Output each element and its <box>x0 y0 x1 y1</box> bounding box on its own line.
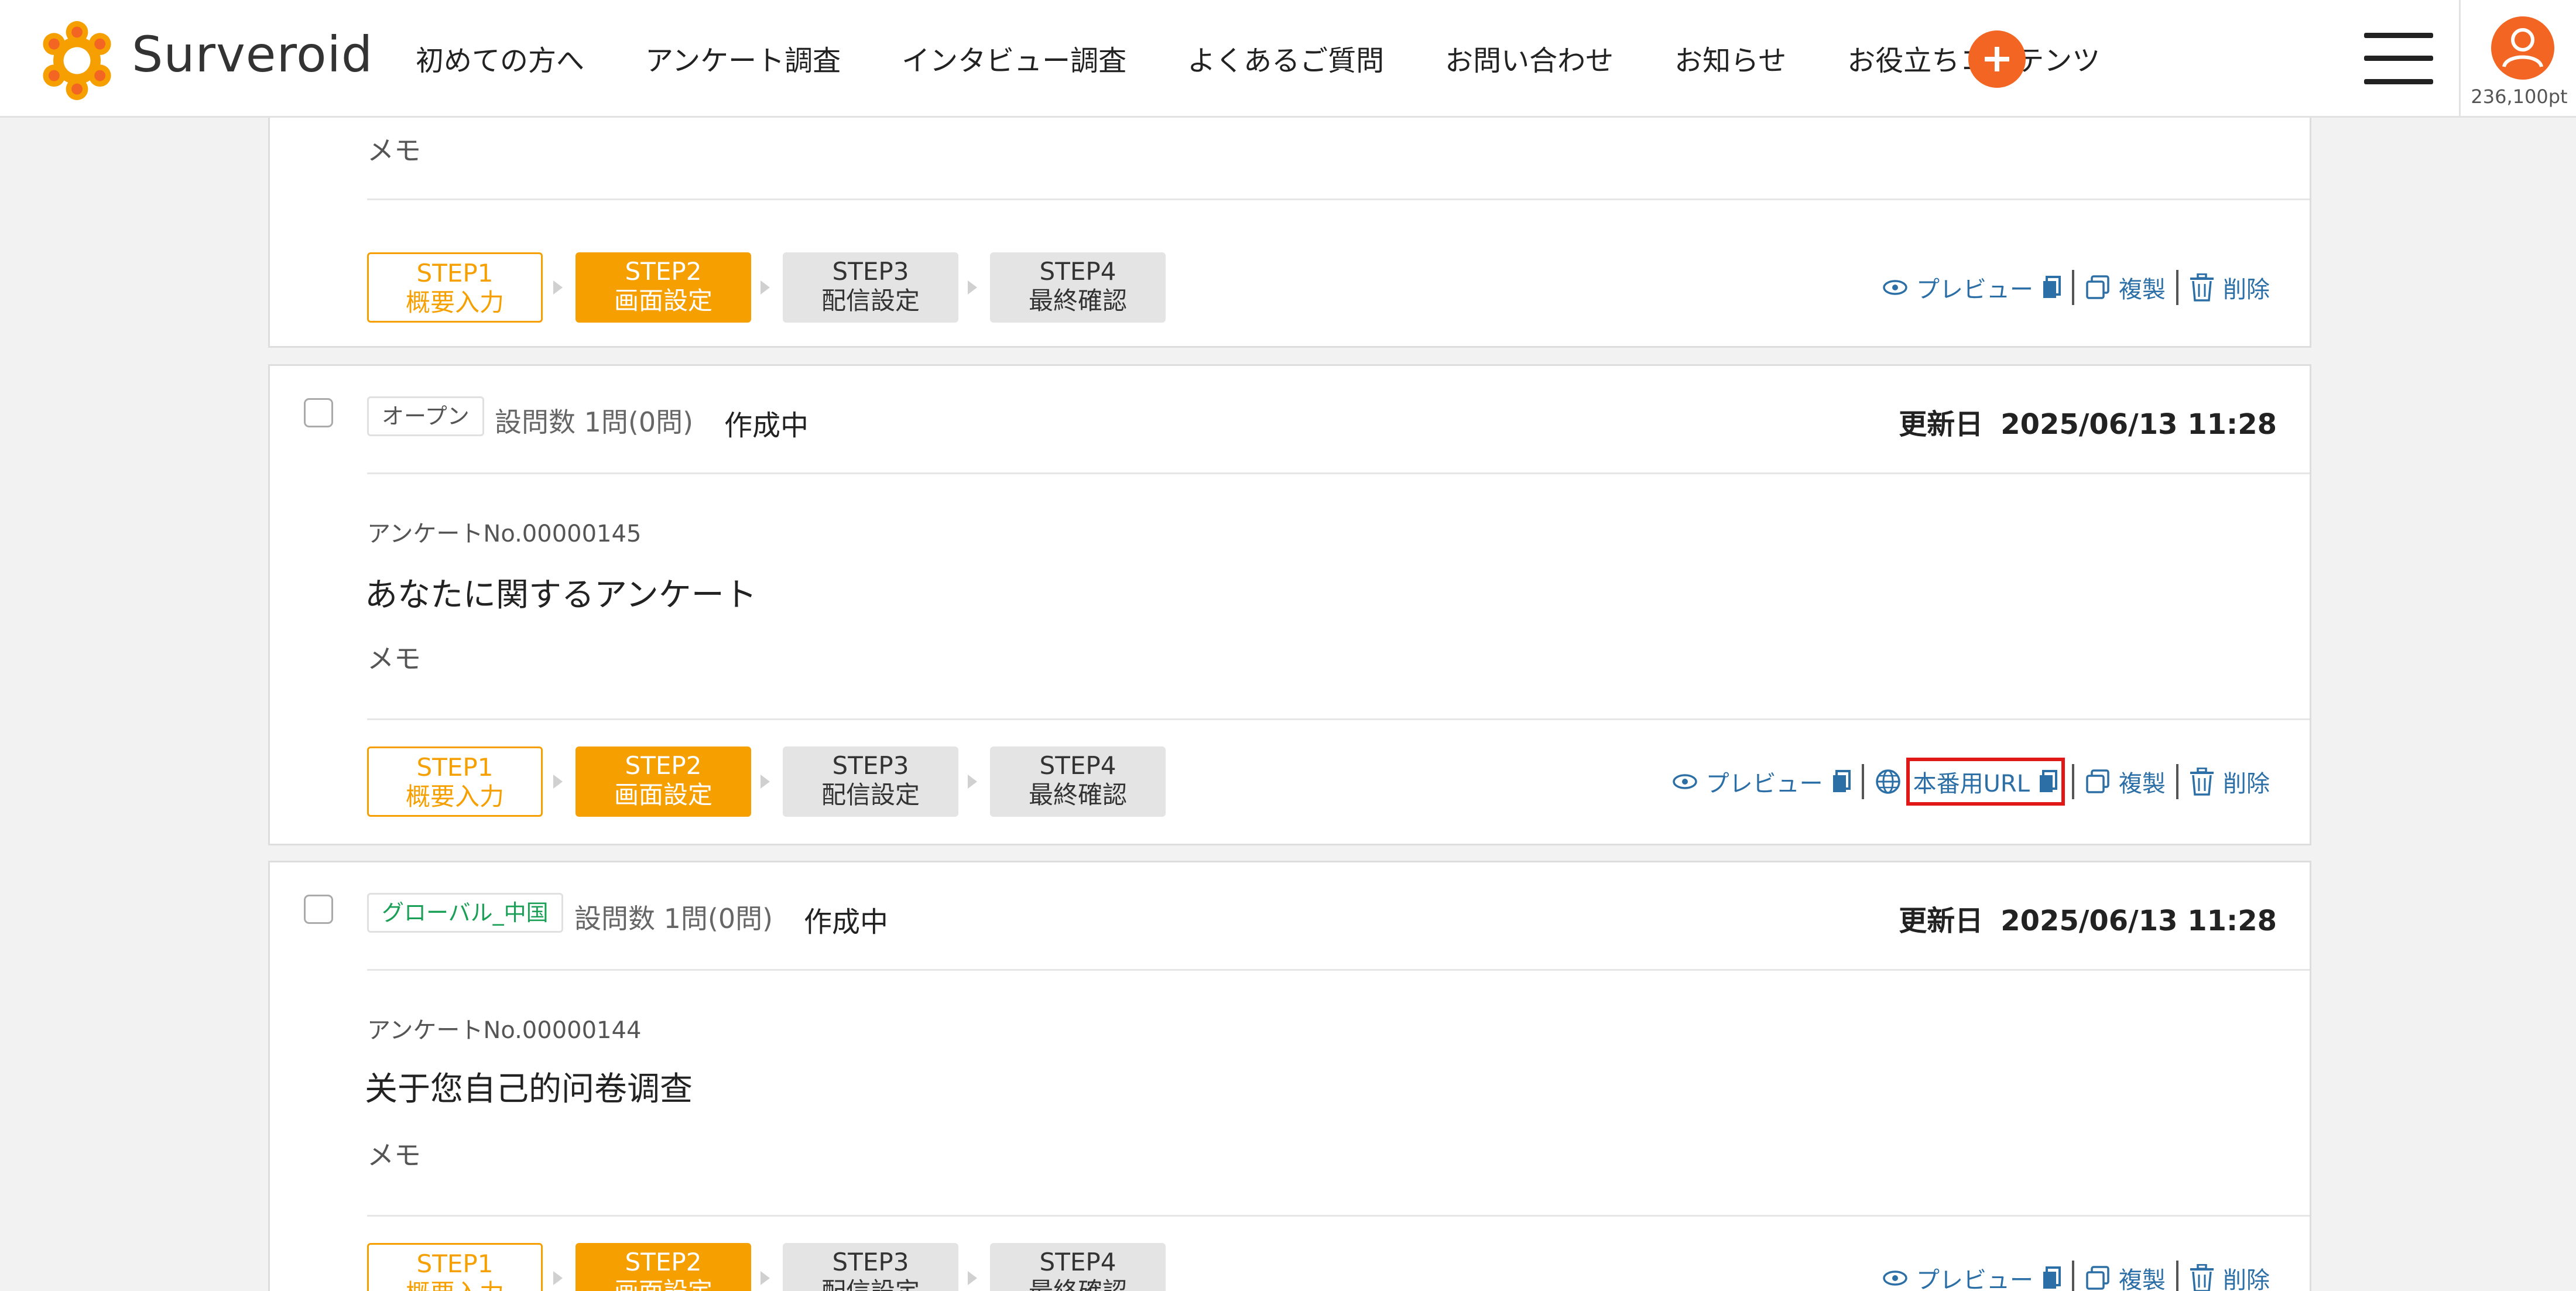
trash-icon <box>2190 768 2214 796</box>
site-logo-text[interactable]: Surveroid <box>132 26 373 83</box>
step-arrow-icon <box>553 775 563 789</box>
trash-icon <box>2190 273 2214 302</box>
duplicate-icon <box>2086 769 2109 793</box>
preview-button[interactable]: プレビュー <box>1882 270 2061 304</box>
global-nav: 初めての方へ アンケート調査 インタビュー調査 よくあるご質問 お問い合わせ お… <box>416 0 2100 116</box>
duplicate-button[interactable]: 複製 <box>2085 765 2166 799</box>
card-actions: プレビュー 本番用URL 複製 削除 <box>1672 758 2270 806</box>
eye-icon <box>1883 1271 1907 1286</box>
card-actions: プレビュー 複製 削除 <box>1882 1255 2270 1291</box>
action-separator <box>2176 270 2178 305</box>
action-separator <box>1861 764 1864 799</box>
action-separator <box>2072 764 2074 799</box>
step-1[interactable]: STEP1概要入力 <box>367 252 543 323</box>
nav-contact[interactable]: お問い合わせ <box>1445 37 1614 78</box>
survey-type-badge: オープン <box>367 396 484 436</box>
survey-title[interactable]: あなたに関するアンケート <box>365 569 757 616</box>
step-arrow-icon <box>553 1271 563 1285</box>
step-1[interactable]: STEP1概要入力 <box>367 1243 543 1291</box>
question-count: 設問数 1問(0問) <box>574 903 773 934</box>
step-3[interactable]: STEP3配信設定 <box>783 746 958 817</box>
step-arrow-icon <box>968 1271 977 1285</box>
production-url-button[interactable]: 本番用URL <box>1906 758 2065 806</box>
step-2[interactable]: STEP2画面設定 <box>576 252 751 323</box>
survey-type-badge: グローバル_中国 <box>367 893 563 933</box>
survey-title[interactable]: 关于您自己的问卷调查 <box>365 1063 693 1110</box>
step-arrow-icon <box>761 280 770 295</box>
action-separator <box>2176 764 2178 799</box>
duplicate-button[interactable]: 複製 <box>2085 270 2166 304</box>
nav-interview[interactable]: インタビュー調査 <box>902 37 1126 78</box>
globe-url-link[interactable] <box>1875 768 1910 795</box>
status-text: 作成中 <box>724 409 809 442</box>
copy-icon <box>2043 1266 2061 1289</box>
delete-button[interactable]: 削除 <box>2189 270 2270 304</box>
step-3[interactable]: STEP3配信設定 <box>783 252 958 323</box>
action-separator <box>2072 1261 2074 1291</box>
points-balance: 236,100pt <box>2471 85 2568 108</box>
site-header: Surveroid 初めての方へ アンケート調査 インタビュー調査 よくあるご質… <box>0 0 2576 118</box>
trash-icon <box>2190 1264 2214 1291</box>
preview-button[interactable]: プレビュー <box>1882 1261 2061 1291</box>
plus-icon <box>1985 47 2009 71</box>
nav-news[interactable]: お知らせ <box>1674 37 1786 78</box>
action-separator <box>2072 270 2074 305</box>
survey-number: アンケートNo.00000144 <box>367 1017 642 1044</box>
delete-button[interactable]: 削除 <box>2189 1261 2270 1291</box>
survey-memo: メモ <box>367 135 421 166</box>
step-2[interactable]: STEP2画面設定 <box>576 1243 751 1291</box>
question-count: 設問数 1問(0問) <box>495 406 694 438</box>
create-survey-button[interactable] <box>1968 30 2026 88</box>
survey-card: グローバル_中国 設問数 1問(0問) 作成中 更新日 2025/06/13 11… <box>268 861 2311 1291</box>
eye-icon <box>1672 774 1697 789</box>
step-2[interactable]: STEP2画面設定 <box>576 746 751 817</box>
status-text: 作成中 <box>804 906 889 939</box>
step-1[interactable]: STEP1概要入力 <box>367 746 543 817</box>
user-menu[interactable]: 236,100pt <box>2459 0 2576 116</box>
step-3[interactable]: STEP3配信設定 <box>783 1243 958 1291</box>
step-4[interactable]: STEP4最終確認 <box>990 252 1166 323</box>
step-arrow-icon <box>761 775 770 789</box>
surveroid-logo-icon[interactable] <box>37 21 117 100</box>
copy-icon <box>2043 276 2061 298</box>
globe-icon <box>1875 769 1900 794</box>
step-arrow-icon <box>968 775 977 789</box>
updated-date: 更新日 2025/06/13 11:28 <box>1899 905 2277 937</box>
step-4[interactable]: STEP4最終確認 <box>990 1243 1166 1291</box>
step-4[interactable]: STEP4最終確認 <box>990 746 1166 817</box>
updated-date: 更新日 2025/06/13 11:28 <box>1899 408 2277 441</box>
survey-card: オープン 設問数 1問(0問) 作成中 更新日 2025/06/13 11:28 … <box>268 364 2311 845</box>
nav-faq[interactable]: よくあるご質問 <box>1187 37 1384 78</box>
select-checkbox[interactable] <box>304 895 333 924</box>
duplicate-icon <box>2086 275 2109 299</box>
page-viewport: メモ STEP1 概要入力 STEP2 画面設定 STEP3 配信設定 STEP4 最終… <box>0 0 2576 1291</box>
card-divider <box>367 1215 2310 1217</box>
duplicate-button[interactable]: 複製 <box>2085 1261 2166 1291</box>
survey-memo: メモ <box>367 1139 421 1171</box>
card-divider <box>367 472 2310 474</box>
delete-button[interactable]: 削除 <box>2189 765 2270 799</box>
nav-survey[interactable]: アンケート調査 <box>645 37 841 78</box>
card-divider <box>367 969 2310 971</box>
step-arrow-icon <box>968 280 977 295</box>
card-actions: プレビュー 複製 削除 <box>1882 264 2270 311</box>
step-arrow-icon <box>761 1271 770 1285</box>
copy-icon <box>1832 770 1851 792</box>
survey-number: アンケートNo.00000145 <box>367 520 642 547</box>
survey-memo: メモ <box>367 643 421 674</box>
select-checkbox[interactable] <box>304 398 333 427</box>
eye-icon <box>1883 280 1907 295</box>
user-avatar-icon[interactable] <box>2491 16 2554 80</box>
duplicate-icon <box>2086 1266 2109 1290</box>
copy-icon <box>2040 770 2057 792</box>
menu-icon[interactable] <box>2364 33 2433 84</box>
card-divider <box>367 718 2310 720</box>
card-divider <box>367 198 2310 200</box>
preview-button[interactable]: プレビュー <box>1672 765 1851 799</box>
nav-beginners[interactable]: 初めての方へ <box>416 37 584 78</box>
action-separator <box>2176 1261 2178 1291</box>
step-arrow-icon <box>553 280 563 295</box>
